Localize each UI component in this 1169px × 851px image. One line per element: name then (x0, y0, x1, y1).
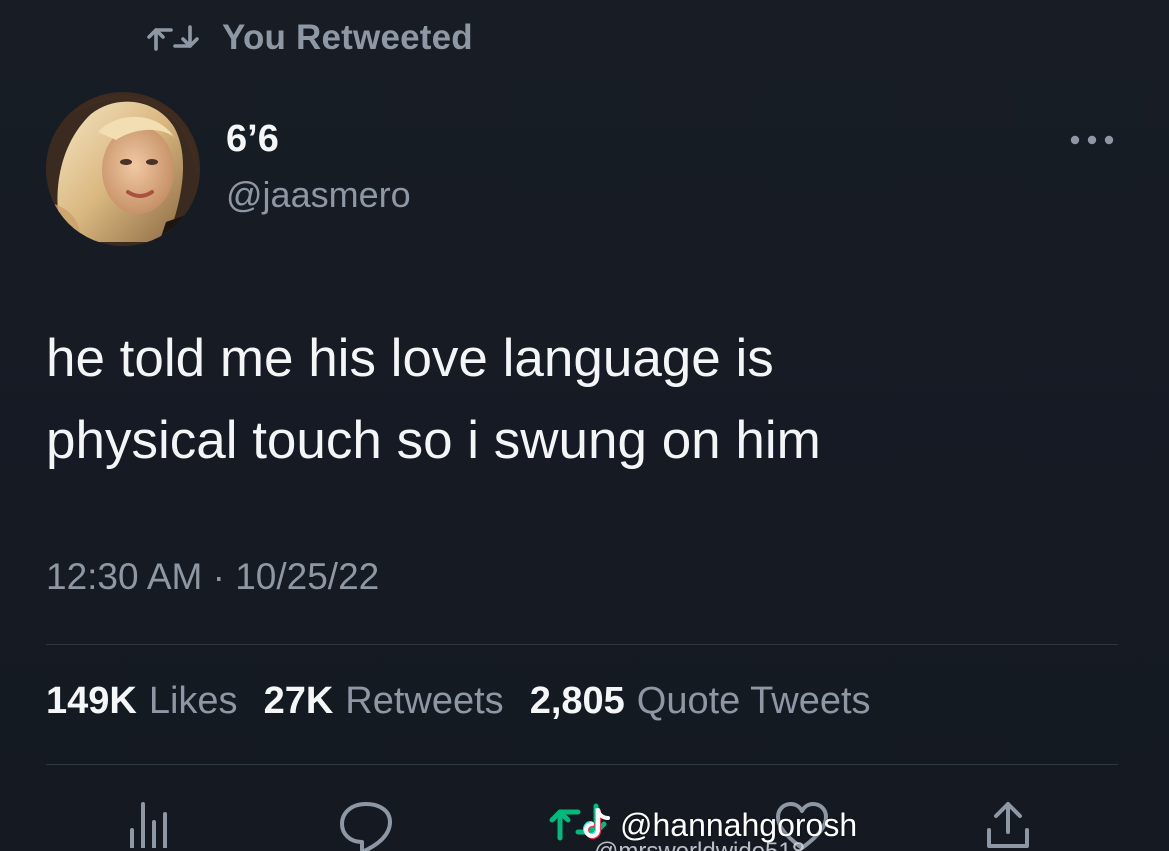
likes-stat[interactable]: 149K Likes (46, 680, 238, 723)
quote-tweets-count: 2,805 (529, 680, 625, 722)
retweets-label: Retweets (345, 680, 504, 722)
retweets-count: 27K (263, 680, 334, 722)
quote-tweets-stat[interactable]: 2,805 Quote Tweets (530, 680, 871, 723)
share-icon[interactable] (978, 800, 1038, 851)
retweet-icon (146, 22, 200, 54)
author-display-name[interactable]: 6’6 (226, 118, 279, 161)
retweet-context-label: You Retweeted (222, 18, 473, 57)
likes-label: Likes (148, 680, 238, 722)
likes-count: 149K (46, 680, 137, 722)
retweet-context[interactable]: You Retweeted (146, 14, 473, 62)
tweet-text: he told me his love language is physical… (46, 318, 1126, 482)
tweet-text-line-1: he told me his love language is (46, 329, 774, 388)
divider-top (46, 644, 1118, 645)
retweets-stat[interactable]: 27K Retweets (264, 680, 504, 723)
analytics-icon[interactable] (118, 800, 178, 851)
profile-photo (46, 92, 200, 246)
quote-tweets-label: Quote Tweets (636, 680, 871, 722)
more-options-icon[interactable] (1064, 120, 1120, 160)
avatar[interactable] (46, 92, 200, 246)
tweet-detail-page: You Retweeted 6’6 @jaasmero he told me h… (0, 0, 1169, 851)
reply-icon[interactable] (336, 800, 396, 851)
tweet-timestamp[interactable]: 12:30 AM · 10/25/22 (46, 556, 379, 598)
author-handle[interactable]: @jaasmero (226, 174, 411, 216)
tweet-text-line-2: physical touch so i swung on him (46, 411, 821, 470)
divider-bottom (46, 764, 1118, 765)
engagement-stats: 149K Likes 27K Retweets 2,805 Quote Twee… (46, 680, 897, 723)
watermark-sub-handle: @mrsworldwide518 (594, 838, 805, 851)
